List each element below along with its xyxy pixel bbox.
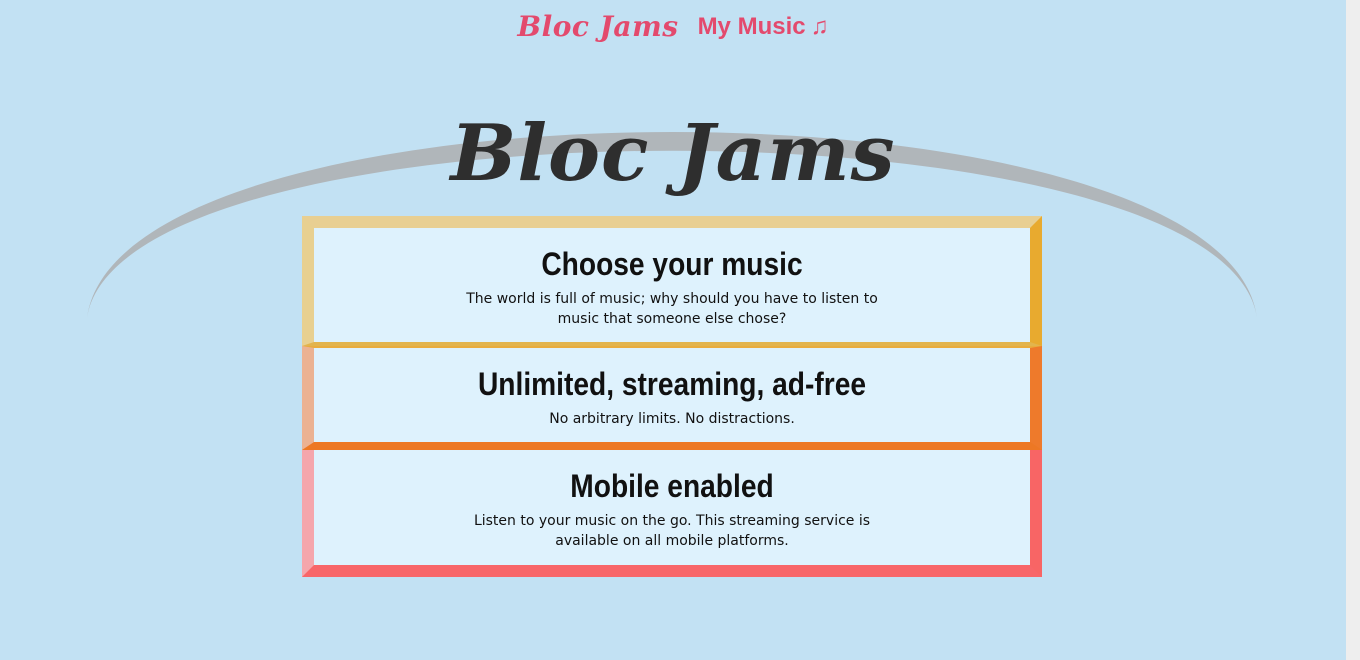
selling-point-description: No arbitrary limits. No distractions. (549, 411, 795, 427)
selling-point-choose-music: Choose your music The world is full of m… (302, 216, 1042, 346)
selling-point-title: Choose your music (541, 246, 803, 282)
selling-point-description: Listen to your music on the go. This str… (473, 513, 871, 549)
selling-points: Choose your music The world is full of m… (302, 216, 1042, 577)
selling-point-unlimited: Unlimited, streaming, ad-free No arbitra… (302, 346, 1042, 450)
selling-point-title: Mobile enabled (570, 468, 774, 504)
selling-point-title: Unlimited, streaming, ad-free (477, 366, 867, 402)
selling-point-mobile: Mobile enabled Listen to your music on t… (302, 450, 1042, 577)
selling-point-description: The world is full of music; why should y… (466, 291, 878, 327)
vertical-scrollbar[interactable] (1346, 0, 1360, 660)
hero-title: Bloc Jams (450, 108, 896, 199)
